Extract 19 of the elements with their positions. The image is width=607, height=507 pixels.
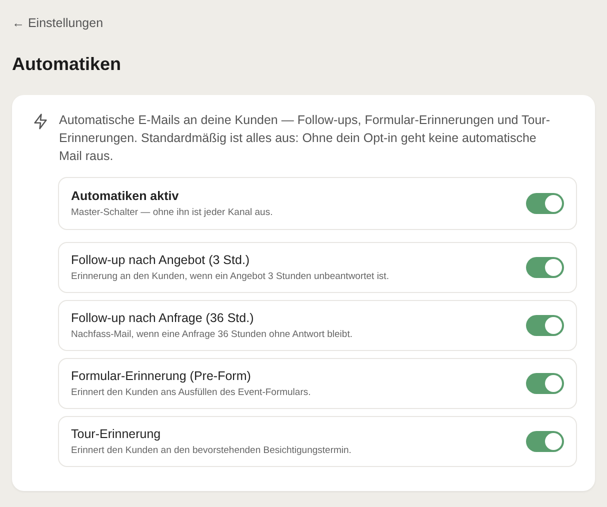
- lightning-icon: [32, 113, 49, 130]
- setting-label: Follow-up nach Angebot (3 Std.): [71, 253, 251, 267]
- toggle-switch[interactable]: [526, 193, 564, 214]
- back-link[interactable]: ← Einstellungen: [12, 16, 104, 30]
- toggle-switch[interactable]: [526, 431, 564, 452]
- setting-description: Nachfass-Mail, wenn eine Anfrage 36 Stunden ohne Antwort bleibt.: [71, 329, 352, 340]
- setting-label: Follow-up nach Anfrage (36 Std.): [71, 311, 255, 325]
- setting-description: Erinnert den Kunden ans Ausfüllen des Event-Formulars.: [71, 387, 311, 398]
- intro-text: Automatische E-Mails an deine Kunden — Follow-ups, Formular-Erinnerungen und Tour-Erinnerungen. Standardmäßig ist alles aus: Ohne dein Opt-in geht keine automatische Mail raus.: [59, 112, 551, 165]
- setting-description: Erinnerung an den Kunden, wenn ein Angebot 3 Stunden unbeantwortet ist.: [71, 271, 389, 282]
- setting-description: Master-Schalter — ohne ihn ist jeder Kanal aus.: [71, 207, 273, 218]
- setting-label: Tour-Erinnerung: [71, 427, 162, 441]
- toggle-switch[interactable]: [526, 257, 564, 278]
- page-title: Automatiken: [12, 54, 122, 75]
- setting-label: Formular-Erinnerung (Pre-Form): [71, 369, 252, 383]
- setting-description: Erinnert den Kunden an den bevorstehenden Besichtigungstermin.: [71, 445, 352, 456]
- toggle-switch[interactable]: [526, 315, 564, 336]
- setting-label: Automatiken aktiv: [71, 189, 180, 203]
- toggle-switch[interactable]: [526, 373, 564, 394]
